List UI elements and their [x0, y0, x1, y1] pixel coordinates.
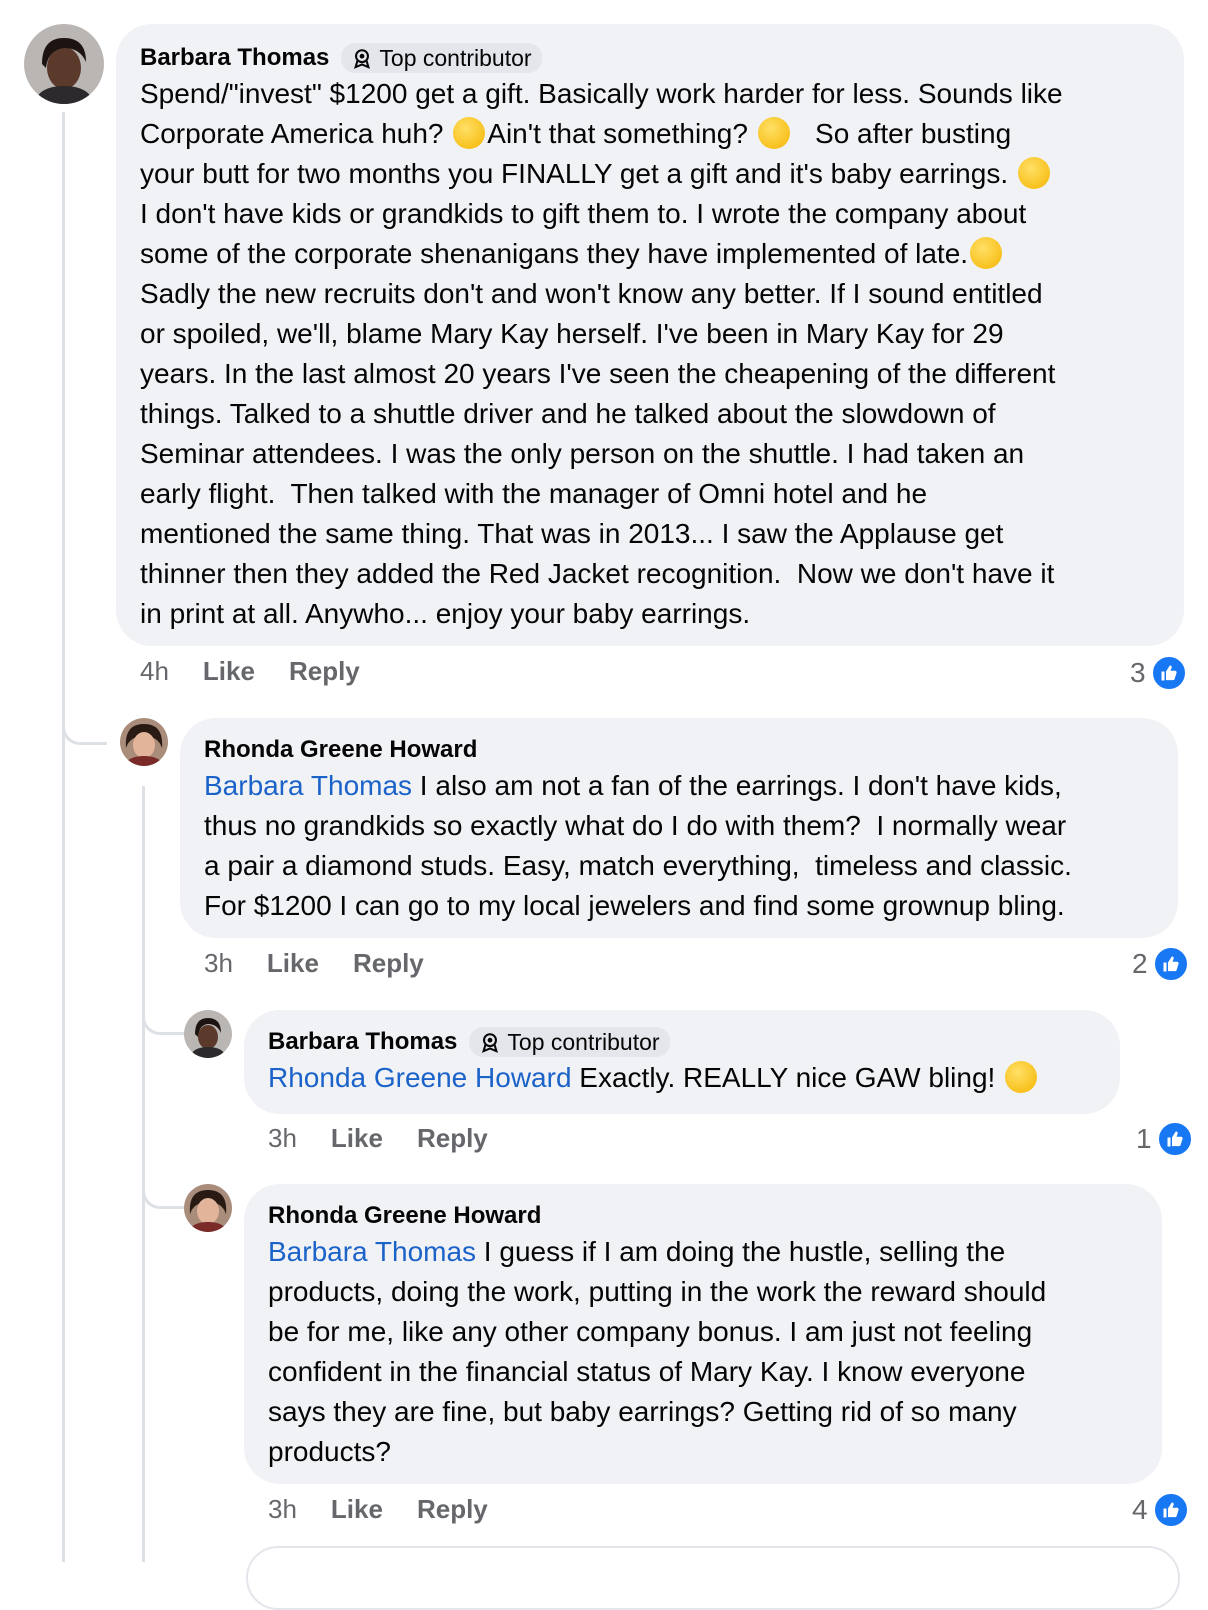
comment-line: mentioned the same thing. That was in 20… — [140, 518, 1004, 549]
badge-label: Top contributor — [507, 1028, 660, 1055]
like-button[interactable]: Like — [203, 656, 255, 687]
like-button[interactable]: Like — [267, 948, 319, 979]
top-contributor-icon — [354, 49, 371, 69]
comment-author[interactable]: Barbara Thomas — [140, 44, 329, 72]
comment-line: products, doing the work, putting in the… — [268, 1276, 1047, 1307]
comment-line: Sadly the new recruits don't and won't k… — [140, 278, 1043, 309]
comment-line: I don't have kids or grandkids to gift t… — [140, 198, 1027, 229]
mention-link[interactable]: Barbara Thomas — [204, 770, 412, 801]
reaction-count[interactable]: 1 — [1136, 1120, 1194, 1158]
comment-line: says they are fine, but baby earrings? G… — [268, 1396, 1017, 1427]
comment-line: a pair a diamond studs. Easy, match ever… — [204, 850, 1072, 881]
like-thumb-icon — [1149, 654, 1188, 692]
rolling-laughing-emoji — [1017, 157, 1050, 189]
comment-actions: 3h Like Reply — [268, 1494, 522, 1525]
like-button[interactable]: Like — [331, 1494, 383, 1525]
like-thumb-icon — [1155, 1120, 1194, 1158]
comment-line: I guess if I am doing the hustle, sellin… — [476, 1236, 1006, 1267]
mention-link[interactable]: Rhonda Greene Howard — [268, 1062, 572, 1093]
comment-line: in print at all. Anywho... enjoy your ba… — [140, 598, 751, 629]
reaction-number: 3 — [1130, 657, 1146, 688]
comment-line: Seminar attendees. I was the only person… — [140, 438, 1025, 469]
comment-author[interactable]: Rhonda Greene Howard — [268, 1202, 541, 1230]
comment-author[interactable]: Rhonda Greene Howard — [204, 736, 477, 764]
comment-time[interactable]: 3h — [268, 1494, 297, 1525]
top-contributor-badge: Top contributor — [469, 1027, 670, 1057]
comment-line: Exactly. REALLY nice GAW bling! — [571, 1062, 1004, 1093]
reply-button[interactable]: Reply — [417, 1123, 488, 1154]
comment-line: thinner then they added the Red Jacket r… — [140, 558, 1055, 589]
like-button[interactable]: Like — [331, 1123, 383, 1154]
eye-roll-emoji — [970, 237, 1003, 269]
comment-line: some of the corporate shenanigans they h… — [140, 238, 969, 269]
comment-bubble: Rhonda Greene Howard Barbara Thomas I gu… — [244, 1184, 1162, 1484]
reply-button[interactable]: Reply — [353, 948, 424, 979]
comment-line: Corporate America huh? — [140, 118, 452, 149]
comment-line: things. Talked to a shuttle driver and h… — [140, 398, 996, 429]
comment-time[interactable]: 4h — [140, 656, 169, 687]
rolling-laughing-emoji — [1005, 1061, 1038, 1093]
comment-line: years. In the last almost 20 years I've … — [140, 358, 1056, 389]
comment-line: early flight. Then talked with the manag… — [140, 478, 928, 509]
comment-bubble: Barbara Thomas Top contributor Rhonda Gr… — [244, 1010, 1120, 1114]
comment-bubble: Barbara Thomas Top contributor Spend/"in… — [116, 24, 1184, 646]
comment-text: Spend/"invest" $1200 get a gift. Basical… — [140, 74, 1160, 634]
like-thumb-icon — [1151, 945, 1190, 983]
comment-line: thus no grandkids so exactly what do I d… — [204, 810, 1067, 841]
reply-button[interactable]: Reply — [289, 656, 360, 687]
comment-line: I also am not a fan of the earrings. I d… — [412, 770, 1062, 801]
comment-line: or spoiled, we'll, blame Mary Kay hersel… — [140, 318, 1004, 349]
comment-line: your butt for two months you FINALLY get… — [140, 158, 1016, 189]
comment-text: Barbara Thomas I guess if I am doing the… — [268, 1232, 1138, 1472]
thread-line-main — [62, 112, 65, 1562]
comment-actions: 4h Like Reply — [140, 656, 394, 687]
reaction-count[interactable]: 3 — [1130, 654, 1188, 692]
comment-line: confident in the financial status of Mar… — [268, 1356, 1026, 1387]
reaction-number: 1 — [1136, 1123, 1152, 1154]
avatar[interactable] — [184, 1010, 232, 1058]
like-thumb-icon — [1151, 1491, 1190, 1529]
thinking-face-emoji — [453, 117, 486, 149]
comment-line: Spend/"invest" $1200 get a gift. Basical… — [140, 78, 1063, 109]
comment-author[interactable]: Barbara Thomas — [268, 1028, 457, 1056]
reply-input-box[interactable] — [246, 1546, 1180, 1610]
comment-actions: 3h Like Reply — [268, 1123, 522, 1154]
comment-time[interactable]: 3h — [268, 1123, 297, 1154]
thread-connector — [142, 1164, 185, 1209]
avatar[interactable] — [24, 24, 104, 104]
comment-line: products? — [268, 1436, 391, 1467]
comment-actions: 3h Like Reply — [204, 948, 458, 979]
comment-text: Rhonda Greene Howard Exactly. REALLY nic… — [268, 1058, 1096, 1098]
comment-line: So after busting — [791, 118, 1012, 149]
comment-line: be for me, like any other company bonus.… — [268, 1316, 1033, 1347]
thread-connector — [142, 990, 185, 1035]
avatar[interactable] — [184, 1184, 232, 1232]
comment-text: Barbara Thomas I also am not a fan of th… — [204, 766, 1154, 926]
thread-connector — [62, 700, 107, 745]
reaction-count[interactable]: 4 — [1132, 1491, 1190, 1529]
comment-line: Ain't that something? — [487, 118, 756, 149]
comment-line: For $1200 I can go to my local jewelers … — [204, 890, 1065, 921]
reaction-number: 4 — [1132, 1494, 1148, 1525]
reaction-count[interactable]: 2 — [1132, 945, 1190, 983]
top-contributor-icon — [482, 1033, 499, 1053]
reaction-number: 2 — [1132, 948, 1148, 979]
reply-button[interactable]: Reply — [417, 1494, 488, 1525]
comment-bubble: Rhonda Greene Howard Barbara Thomas I al… — [180, 718, 1178, 938]
mention-link[interactable]: Barbara Thomas — [268, 1236, 476, 1267]
avatar[interactable] — [120, 718, 168, 766]
top-contributor-badge: Top contributor — [341, 43, 542, 73]
comment-time[interactable]: 3h — [204, 948, 233, 979]
rolling-laughing-emoji — [757, 117, 790, 149]
badge-label: Top contributor — [379, 44, 532, 71]
